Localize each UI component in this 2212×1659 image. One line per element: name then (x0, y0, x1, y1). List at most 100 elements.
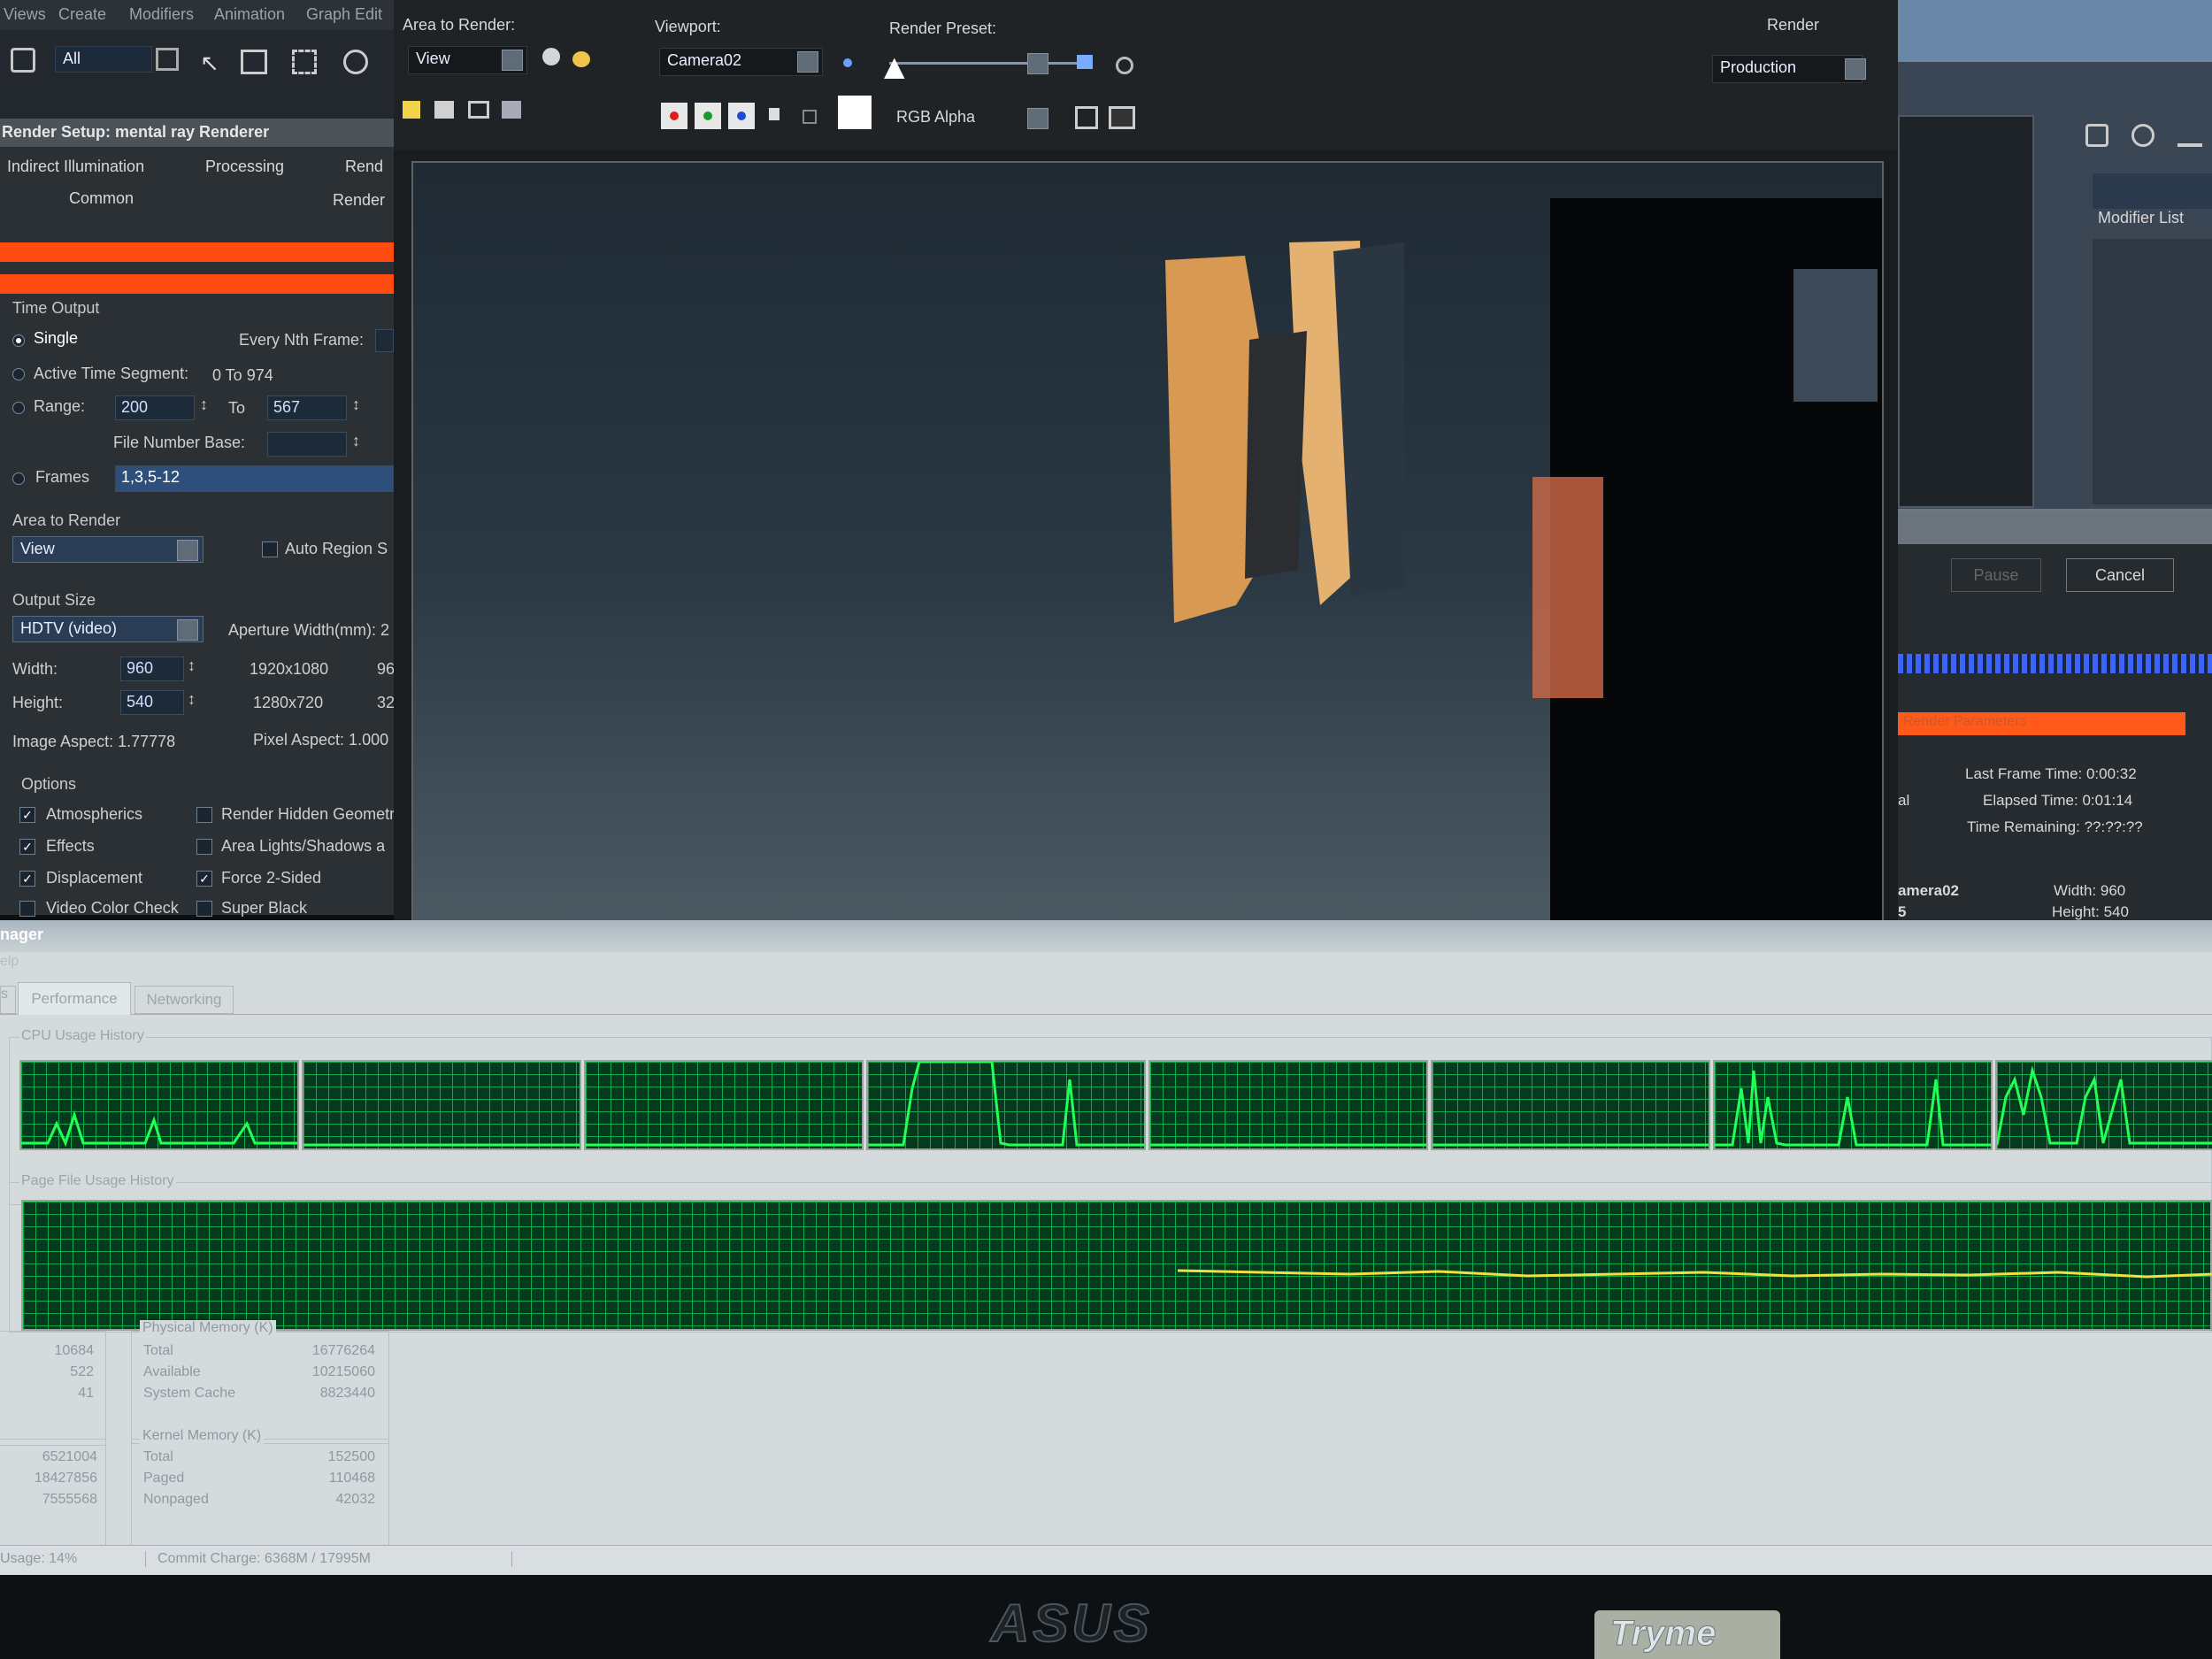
file-number-base-label: File Number Base: (113, 434, 246, 451)
menu-views[interactable]: Views (4, 5, 46, 24)
environment-icon[interactable] (1116, 57, 1133, 74)
selection-filter-dropdown[interactable]: All (55, 46, 152, 73)
red-channel-icon (670, 111, 679, 120)
auto-region-icon[interactable] (572, 51, 590, 67)
tab-performance[interactable]: Performance (18, 982, 131, 1015)
tab-common[interactable]: Common (69, 189, 134, 208)
tab-renderer[interactable]: Rend (345, 157, 383, 176)
output-preset-value: HDTV (video) (20, 619, 118, 637)
menu-create[interactable]: Create (58, 5, 106, 24)
area-to-render-dropdown[interactable]: View (12, 536, 204, 563)
force-2sided-checkbox[interactable]: ✓ (196, 871, 212, 887)
preset-1280-button[interactable]: 1280x720 (253, 694, 323, 712)
effects-checkbox[interactable]: ✓ (19, 839, 35, 855)
toggle-ui-icon[interactable] (1109, 106, 1135, 129)
print-image-icon[interactable] (502, 101, 521, 119)
file-number-base-spinner[interactable]: ↕ (352, 432, 360, 450)
render-mode-select[interactable]: Production (1712, 55, 1863, 83)
super-black-checkbox[interactable] (196, 901, 212, 917)
range-radio[interactable] (12, 402, 25, 414)
area-lights-checkbox[interactable] (196, 839, 212, 855)
hierarchy-icon[interactable] (2177, 124, 2202, 147)
save-image-icon[interactable] (403, 101, 420, 119)
monochrome-icon[interactable] (803, 110, 817, 124)
edit-region-icon[interactable] (542, 48, 560, 65)
green-channel-button[interactable] (695, 103, 721, 129)
blue-channel-button[interactable] (728, 103, 755, 129)
render-mode-arrow[interactable] (1845, 58, 1866, 80)
red-channel-button[interactable] (661, 103, 687, 129)
camera-name: amera02 (1898, 882, 1960, 899)
video-color-check-checkbox[interactable] (19, 901, 35, 917)
range-to-field[interactable]: 567 (267, 396, 347, 420)
height-spinner[interactable]: ↕ (188, 690, 196, 709)
render-preset-slider[interactable] (889, 62, 1079, 65)
orange-rollout-bar-2[interactable] (0, 274, 394, 294)
width-spinner[interactable]: ↕ (188, 657, 196, 675)
single-radio[interactable] (12, 334, 25, 347)
menu-modifiers[interactable]: Modifiers (129, 5, 194, 24)
active-segment-radio[interactable] (12, 368, 25, 380)
tab-render-elements[interactable]: Render (333, 191, 385, 210)
preset-1920-button[interactable]: 1920x1080 (250, 660, 328, 679)
rectangular-selection-icon[interactable] (292, 50, 317, 74)
file-number-base-field[interactable] (267, 432, 347, 457)
pause-button[interactable]: Pause (1951, 558, 2041, 592)
range-from-spinner[interactable]: ↕ (200, 396, 208, 414)
width-label: Width: (12, 660, 58, 678)
viewport-select-value: Camera02 (667, 51, 742, 69)
preset-96-button[interactable]: 96 (377, 660, 395, 679)
color-swatch[interactable] (838, 96, 872, 129)
viewport-select-arrow[interactable] (797, 51, 818, 73)
area-dropdown-arrow[interactable] (177, 540, 198, 561)
preset-32-button[interactable]: 32 (377, 694, 395, 712)
atmospherics-checkbox[interactable]: ✓ (19, 807, 35, 823)
display-channel-select[interactable]: RGB Alpha (896, 108, 975, 127)
area-to-render-label: Area to Render: (403, 16, 516, 34)
window-crossing-icon[interactable] (343, 50, 368, 74)
width-field[interactable]: 960 (120, 657, 184, 681)
memory-row-value: 110468 (328, 1471, 375, 1486)
render-mode-value: Production (1720, 58, 1797, 76)
tab-networking[interactable]: Networking (134, 986, 234, 1014)
frames-radio[interactable] (12, 472, 25, 485)
memory-row-label: Paged (143, 1471, 185, 1486)
cursor-icon[interactable]: ↖ (200, 51, 219, 74)
utilities-icon[interactable] (2131, 124, 2154, 147)
area-select-arrow[interactable] (502, 50, 523, 71)
menu-animation[interactable]: Animation (214, 5, 285, 24)
select-object-icon[interactable] (156, 48, 179, 71)
every-nth-field[interactable] (375, 329, 394, 352)
output-preset-arrow[interactable] (177, 619, 198, 641)
tab-processing[interactable]: Processing (205, 157, 284, 176)
display-channel-arrow[interactable] (1027, 108, 1048, 129)
render-hidden-checkbox[interactable] (196, 807, 212, 823)
modifier-stack (2093, 239, 2212, 504)
output-preset-dropdown[interactable]: HDTV (video) (12, 616, 204, 642)
tab-services[interactable]: s (0, 986, 16, 1014)
menu-graph-editors[interactable]: Graph Edit (306, 5, 382, 24)
orange-rollout-bar-1[interactable] (0, 242, 394, 262)
lock-viewport-icon[interactable] (843, 58, 852, 67)
frames-field[interactable]: 1,3,5-12 (115, 465, 394, 492)
height-field[interactable]: 540 (120, 690, 184, 715)
alpha-channel-icon[interactable] (769, 108, 780, 120)
modifier-list-label[interactable]: Modifier List (2098, 209, 2184, 227)
select-and-link-icon[interactable] (11, 48, 35, 73)
range-from-field[interactable]: 200 (115, 396, 195, 420)
toggle-ui-overlay-icon[interactable] (1075, 106, 1098, 129)
select-by-name-icon[interactable] (241, 50, 267, 74)
render-parameters-header[interactable]: Render Parameters (1898, 712, 2185, 735)
clone-window-icon[interactable] (468, 101, 489, 119)
auto-region-checkbox[interactable] (262, 541, 278, 557)
copy-image-icon[interactable] (434, 101, 454, 119)
help-menu[interactable]: elp (0, 954, 19, 970)
range-to-spinner[interactable]: ↕ (352, 396, 360, 414)
displacement-checkbox[interactable]: ✓ (19, 871, 35, 887)
display-panel-icon[interactable] (2085, 124, 2108, 147)
render-setup-icon[interactable] (1077, 55, 1093, 69)
cpu-core-trace (1432, 1143, 1716, 1147)
render-preset-arrow[interactable] (1027, 53, 1048, 74)
tab-indirect-illumination[interactable]: Indirect Illumination (7, 157, 144, 176)
cancel-button[interactable]: Cancel (2066, 558, 2174, 592)
